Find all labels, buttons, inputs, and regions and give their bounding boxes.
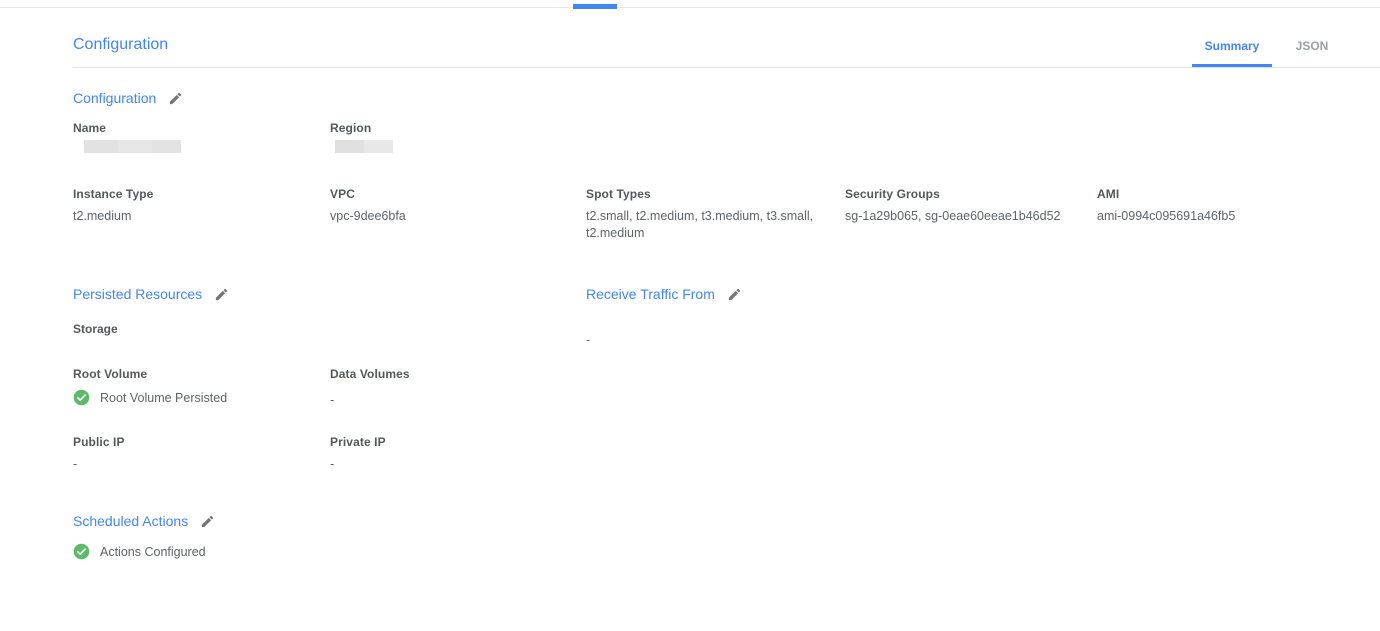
field-ami-value: ami-0994c095691a46fb5 bbox=[1097, 208, 1342, 225]
edit-persisted-resources-icon[interactable] bbox=[214, 287, 229, 302]
root-volume-status: Root Volume Persisted bbox=[100, 391, 227, 405]
scheduled-actions-status: Actions Configured bbox=[100, 545, 206, 559]
field-data-volumes-label: Data Volumes bbox=[330, 367, 568, 381]
section-scheduled-actions: Scheduled Actions Actions Configured bbox=[73, 513, 1360, 560]
field-spot-types-value: t2.small, t2.medium, t3.medium, t3.small… bbox=[586, 208, 824, 242]
field-security-groups-label: Security Groups bbox=[845, 187, 1079, 201]
edit-configuration-icon[interactable] bbox=[168, 91, 183, 106]
field-root-volume: Root Volume Root Volume Persisted bbox=[73, 367, 330, 409]
field-data-volumes-value: - bbox=[330, 392, 568, 409]
section-persisted-and-traffic: Persisted Resources Receive Traffic From… bbox=[73, 286, 1360, 473]
field-security-groups: Security Groups sg-1a29b065, sg-0eae60ee… bbox=[845, 187, 1097, 242]
redacted-name-value bbox=[84, 140, 181, 153]
field-public-ip-label: Public IP bbox=[73, 435, 312, 449]
main-content: Configuration Name Region Instance Type … bbox=[73, 90, 1380, 560]
receive-traffic-value: - bbox=[586, 332, 845, 349]
field-ami-label: AMI bbox=[1097, 187, 1342, 201]
storage-subheading: Storage bbox=[73, 322, 118, 336]
config-fields-row2: Instance Type t2.medium VPC vpc-9dee6bfa… bbox=[73, 187, 1360, 242]
field-instance-type-label: Instance Type bbox=[73, 187, 312, 201]
field-name-label: Name bbox=[73, 121, 312, 135]
field-spot-types: Spot Types t2.small, t2.medium, t3.mediu… bbox=[586, 187, 845, 242]
receive-traffic-heading-row: Receive Traffic From bbox=[586, 286, 845, 302]
edit-scheduled-actions-icon[interactable] bbox=[200, 514, 215, 529]
tab-summary[interactable]: Summary bbox=[1192, 39, 1272, 67]
scheduled-actions-heading: Scheduled Actions bbox=[73, 513, 188, 529]
field-spot-types-label: Spot Types bbox=[586, 187, 827, 201]
check-circle-icon bbox=[73, 543, 90, 560]
field-name: Name bbox=[73, 121, 330, 153]
page-header: Configuration Summary JSON bbox=[73, 8, 1380, 68]
check-circle-icon bbox=[73, 389, 90, 406]
field-private-ip-label: Private IP bbox=[330, 435, 568, 449]
field-instance-type: Instance Type t2.medium bbox=[73, 187, 330, 242]
field-instance-type-value: t2.medium bbox=[73, 208, 312, 225]
field-security-groups-value: sg-1a29b065, sg-0eae60eeae1b46d52 bbox=[845, 208, 1079, 225]
persisted-resources-heading-row: Persisted Resources bbox=[73, 286, 586, 302]
receive-traffic-heading: Receive Traffic From bbox=[586, 286, 715, 302]
configuration-section-heading: Configuration bbox=[73, 90, 156, 106]
field-region: Region bbox=[330, 121, 586, 153]
section-configuration: Configuration Name Region Instance Type … bbox=[73, 90, 1360, 242]
view-tabs: Summary JSON bbox=[1192, 39, 1352, 67]
field-vpc: VPC vpc-9dee6bfa bbox=[330, 187, 586, 242]
field-vpc-value: vpc-9dee6bfa bbox=[330, 208, 568, 225]
redacted-region-value bbox=[335, 140, 393, 153]
page-title: Configuration bbox=[73, 36, 168, 67]
field-region-label: Region bbox=[330, 121, 568, 135]
field-vpc-label: VPC bbox=[330, 187, 568, 201]
storage-subheading-wrap: Storage bbox=[73, 320, 586, 349]
persisted-resources-heading: Persisted Resources bbox=[73, 286, 202, 302]
field-public-ip: Public IP - bbox=[73, 435, 330, 473]
field-public-ip-value: - bbox=[73, 456, 312, 473]
edit-receive-traffic-icon[interactable] bbox=[727, 287, 742, 302]
field-private-ip: Private IP - bbox=[330, 435, 586, 473]
field-ami: AMI ami-0994c095691a46fb5 bbox=[1097, 187, 1360, 242]
tab-json[interactable]: JSON bbox=[1272, 39, 1352, 67]
field-private-ip-value: - bbox=[330, 456, 568, 473]
top-tab-strip bbox=[0, 0, 1380, 8]
field-root-volume-label: Root Volume bbox=[73, 367, 312, 381]
field-data-volumes: Data Volumes - bbox=[330, 367, 586, 409]
config-fields-row1: Name Region bbox=[73, 121, 1360, 153]
